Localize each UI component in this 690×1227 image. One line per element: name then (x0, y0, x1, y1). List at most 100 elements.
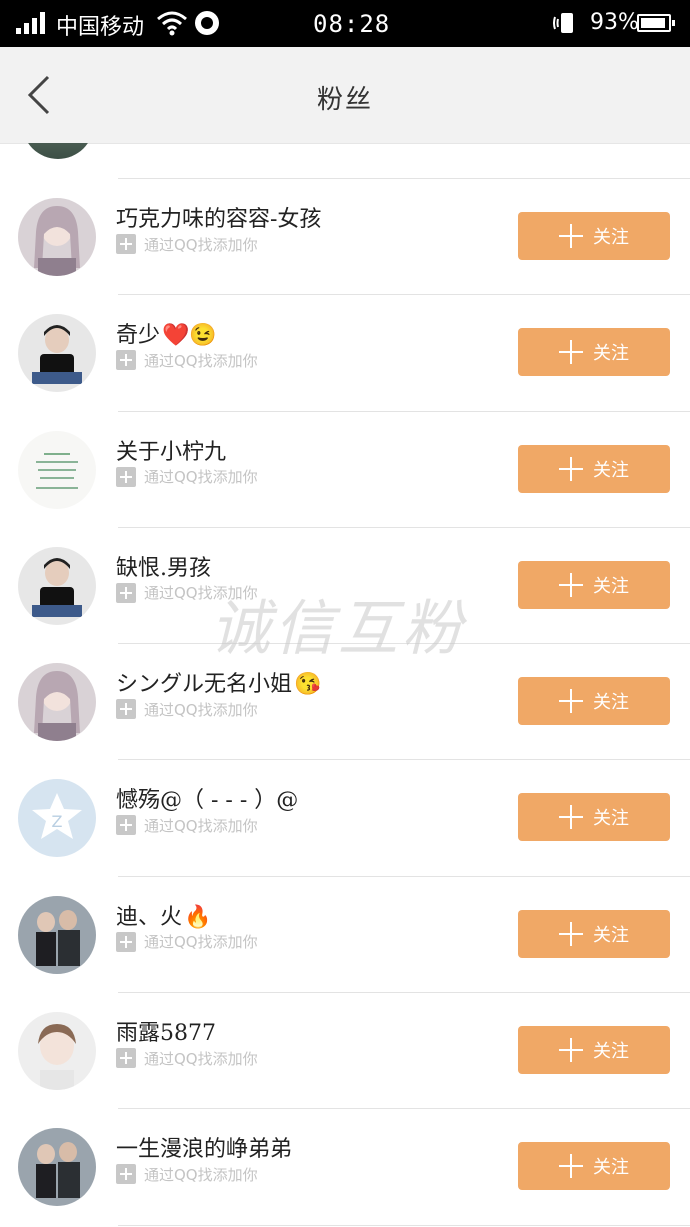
fan-name[interactable]: 缺恨.男孩 (116, 550, 211, 582)
follow-label: 关注 (593, 459, 629, 481)
add-icon (116, 931, 136, 952)
carrier-name: 中国移动 (56, 15, 145, 40)
plus-icon (559, 1154, 583, 1179)
fan-name[interactable]: 憾殇@（ - - - ）@ (116, 782, 298, 814)
fan-source-text: 通过QQ找添加你 (144, 1049, 258, 1068)
plus-icon (559, 805, 583, 830)
fan-name[interactable]: 迪、火🔥 (116, 899, 211, 931)
fan-name-text: 憾殇@（ - - - ）@ (116, 788, 299, 814)
follow-button[interactable]: 关注 (518, 677, 670, 726)
follow-button[interactable]: 关注 (518, 1026, 670, 1075)
fan-name-text: 雨露5877 (116, 1021, 216, 1047)
follow-button[interactable]: 关注 (518, 793, 670, 842)
fan-source-text: 通过QQ找添加你 (144, 468, 258, 487)
add-icon (116, 234, 136, 254)
follow-button[interactable]: 关注 (518, 909, 670, 958)
avatar[interactable] (18, 663, 96, 742)
signal-icon (16, 12, 48, 34)
fan-source-text: 通过QQ找添加你 (144, 933, 258, 952)
list-item[interactable]: 缺恨.男孩通过QQ找添加你 关注 (0, 528, 690, 645)
list-item[interactable]: 迪、火🔥 通过QQ找添加你 关注 (0, 877, 690, 994)
avatar[interactable] (22, 143, 94, 159)
list-item[interactable]: シングル无名小姐😘 通过QQ找添加你 关注 (0, 644, 690, 761)
add-icon (116, 350, 136, 371)
fan-source-text: 通过QQ找添加你 (144, 351, 258, 370)
avatar[interactable]: Z (18, 779, 96, 858)
emoji: ❤️😉 (162, 323, 217, 349)
fan-name-text: 一生漫浪的峥弟弟 (116, 1137, 293, 1163)
add-icon (116, 1048, 136, 1069)
avatar[interactable] (18, 314, 96, 393)
add-icon (116, 1164, 136, 1185)
fan-name-text: 迪、火 (116, 904, 183, 930)
avatar[interactable] (18, 546, 96, 625)
follow-button[interactable]: 关注 (518, 328, 670, 377)
fan-name-text: 巧克力味的容容-女孩 (116, 207, 322, 232)
fan-name[interactable]: シングル无名小姐😘 (116, 666, 321, 698)
battery-percent: 93% (590, 10, 639, 35)
fan-name[interactable]: 巧克力味的容容-女孩 (116, 201, 321, 233)
fan-source-text: 通过QQ找添加你 (144, 1165, 258, 1184)
plus-icon (559, 1038, 583, 1063)
follow-label: 关注 (593, 227, 629, 248)
avatar[interactable] (18, 198, 96, 276)
add-icon (116, 466, 136, 487)
fan-name[interactable]: 一生漫浪的峥弟弟 (116, 1131, 292, 1163)
plus-icon (559, 456, 583, 481)
avatar[interactable] (18, 430, 96, 509)
fan-source: 通过QQ找添加你 (116, 233, 258, 255)
follow-label: 关注 (593, 1157, 629, 1179)
fan-source-text: 通过QQ找添加你 (144, 700, 258, 719)
fan-name[interactable]: 关于小柠九 (116, 434, 226, 466)
fan-source: 通过QQ找添加你 (116, 582, 258, 604)
list-item[interactable]: 奇少❤️😉 通过QQ找添加你 关注 (0, 295, 690, 412)
fan-source: 通过QQ找添加你 (116, 1047, 258, 1069)
list-item[interactable]: 巧克力味的容容-女孩通过QQ找添加你 关注 (0, 179, 690, 296)
plus-icon (559, 921, 583, 946)
plus-icon (559, 224, 583, 248)
fan-source-text: 通过QQ找添加你 (144, 235, 258, 254)
avatar[interactable] (18, 1128, 96, 1207)
fan-source: 通过QQ找添加你 (116, 698, 258, 720)
follow-button[interactable]: 关注 (518, 1142, 670, 1191)
fan-name[interactable]: 奇少❤️😉 (116, 317, 217, 349)
avatar[interactable] (18, 895, 96, 974)
clock: 08:28 (313, 10, 391, 38)
follow-label: 关注 (593, 1041, 629, 1063)
battery-icon (637, 14, 675, 32)
list-item[interactable]: 雨露5877 通过QQ找添加你 关注 (0, 993, 690, 1110)
plus-icon (559, 689, 583, 714)
fan-name[interactable]: 雨露5877 (116, 1015, 216, 1047)
fan-name-text: 缺恨.男孩 (116, 555, 211, 581)
status-bar: 中国移动 08:28 93% (0, 0, 690, 47)
fan-name-text: 关于小柠九 (116, 439, 227, 465)
follow-button[interactable]: 关注 (518, 212, 670, 260)
add-icon (116, 815, 136, 836)
list-item[interactable]: 关于小柠九通过QQ找添加你 关注 (0, 412, 690, 528)
emoji: 😘 (294, 672, 322, 698)
wifi-icon (157, 11, 187, 36)
fan-source: 通过QQ找添加你 (116, 466, 258, 488)
emoji: 🔥 (184, 904, 212, 930)
fan-source: 通过QQ找添加你 (116, 931, 258, 953)
fan-source: 通过QQ找添加你 (116, 814, 258, 836)
svg-text:Z: Z (52, 812, 63, 831)
phone-signal-icon (553, 13, 573, 33)
plus-icon (559, 572, 583, 597)
follow-label: 关注 (593, 575, 629, 597)
partial-row (0, 143, 690, 179)
fan-name-text: シングル无名小姐 (116, 672, 293, 698)
fan-source-text: 通过QQ找添加你 (144, 584, 258, 603)
follow-label: 关注 (593, 808, 629, 830)
fan-list: 巧克力味的容容-女孩 通过QQ找添加你 关注 奇少❤️😉 通过QQ找添加你 关注 关于小柠九… (0, 179, 690, 1226)
list-item[interactable]: 一生漫浪的峥弟弟通过QQ找添加你 关注 (0, 1109, 690, 1226)
follow-label: 关注 (593, 692, 629, 714)
follow-label: 关注 (593, 924, 629, 946)
fan-source: 通过QQ找添加你 (116, 349, 258, 371)
add-icon (116, 699, 136, 720)
page-title: 粉丝 (316, 85, 373, 115)
list-item[interactable]: Z 憾殇@（ - - - ）@ 通过QQ找添加你 关注 (0, 760, 690, 877)
follow-button[interactable]: 关注 (518, 444, 670, 493)
avatar[interactable] (18, 1012, 96, 1091)
follow-button[interactable]: 关注 (518, 560, 670, 609)
